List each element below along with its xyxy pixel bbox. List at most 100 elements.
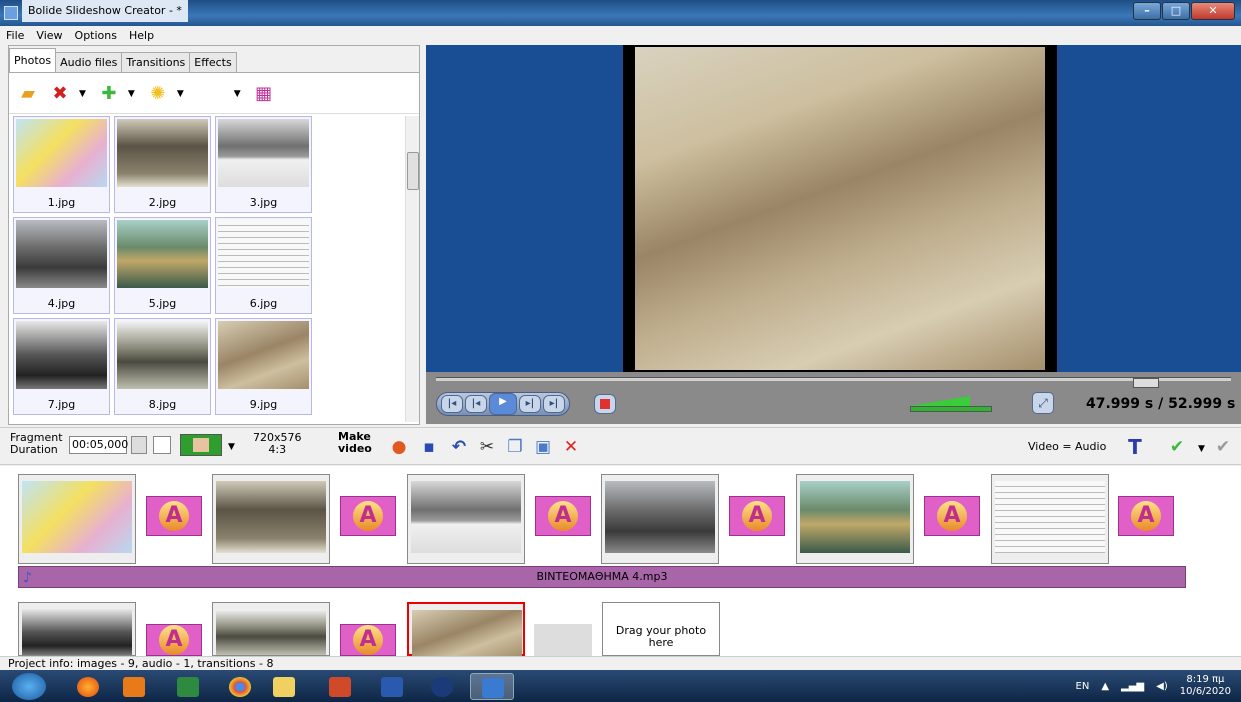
save-icon[interactable]: ▪ [418,436,440,458]
timeline-slide[interactable] [18,474,136,564]
minimize-button[interactable]: – [1133,2,1161,20]
fullscreen-button[interactable]: ⤢ [1032,392,1054,414]
transition-block[interactable]: A [340,496,396,536]
transition-block[interactable]: A [924,496,980,536]
network-icon[interactable]: ▂▄▆ [1121,681,1144,692]
effects-dropdown-icon[interactable]: ▼ [177,89,184,99]
tray-arrow-icon[interactable]: ▲ [1101,681,1109,692]
close-button[interactable]: ✕ [1191,2,1235,20]
photo-thumb[interactable]: 3.jpg [215,116,312,213]
timeline-slide[interactable] [796,474,914,564]
transition-block[interactable]: A [146,624,202,656]
delete-icon[interactable]: ✖ [47,81,73,107]
photo-thumb[interactable]: 5.jpg [114,217,211,314]
transition-block[interactable]: A [729,496,785,536]
apply-all-checkbox[interactable] [153,436,171,454]
video-audio-toggle[interactable]: Video = Audio [1028,440,1106,453]
more-dropdown-icon[interactable]: ▼ [234,89,241,99]
fragment-duration-field[interactable]: 00:05,000 [69,436,128,454]
bolide-icon [482,678,504,698]
photo-thumb[interactable]: 6.jpg [215,217,312,314]
slide-image [605,481,715,553]
photo-thumb[interactable]: 4.jpg [13,217,110,314]
check-icon[interactable]: ✔ [1166,436,1188,458]
taskbar-explorer[interactable] [262,673,306,700]
drop-photo-area[interactable]: Drag your photo here [602,602,720,656]
taskbar-firefox[interactable] [66,673,110,700]
volume-slider[interactable] [910,396,994,412]
menu-help[interactable]: Help [123,29,160,42]
go-to-end-icon[interactable]: ▸| [543,395,565,413]
scrollbar-thumb[interactable] [407,152,419,190]
start-button[interactable] [12,673,46,700]
timeline-slide[interactable] [991,474,1109,564]
timeline-slide[interactable] [407,474,525,564]
taskbar-word[interactable] [370,673,414,700]
add-icon[interactable]: ✚ [96,81,122,107]
taskbar-media-player[interactable] [112,673,156,700]
effects-icon[interactable]: ✺ [145,81,171,107]
audio-track[interactable]: ♪ ΒΙΝΤΕΟΜΑΘΗΜΑ 4.mp3 [18,566,1186,588]
tab-effects[interactable]: Effects [189,52,237,72]
paste-icon[interactable]: ▣ [532,436,554,458]
volume-icon[interactable]: ◀) [1156,681,1168,692]
photo-grid-scrollbar[interactable] [405,116,419,422]
timeline-slide[interactable] [212,474,330,564]
stop-button[interactable] [594,394,616,414]
taskbar-chrome[interactable] [218,673,262,700]
time-display: 47.999 s / 52.999 s [1086,396,1235,412]
taskbar-bolide[interactable] [470,673,514,700]
folder-icon [273,677,295,697]
resolution-button[interactable]: 720x576 4:3 [253,432,302,456]
transition-block[interactable]: A [535,496,591,536]
text-icon[interactable]: T [1124,436,1146,458]
photo-thumb[interactable]: 8.jpg [114,318,211,415]
photo-thumb[interactable]: 9.jpg [215,318,312,415]
remove-icon[interactable]: ✕ [560,436,582,458]
timeline-slide[interactable] [18,602,136,656]
film-icon[interactable]: ▦ [251,81,277,107]
taskbar-app[interactable] [420,673,464,700]
transition-block[interactable]: A [340,624,396,656]
go-to-start-icon[interactable]: |◂ [441,395,463,413]
record-icon[interactable]: ● [388,436,410,458]
tab-audio-files[interactable]: Audio files [55,52,123,72]
total-time: / 52.999 s [1158,396,1236,412]
previous-icon[interactable]: |◂ [465,395,487,413]
menu-view[interactable]: View [30,29,68,42]
background-color-button[interactable] [180,434,222,456]
maximize-button[interactable]: □ [1162,2,1190,20]
timeline-slide[interactable] [212,602,330,656]
add-dropdown-icon[interactable]: ▼ [128,89,135,99]
menu-file[interactable]: File [0,29,30,42]
position-slider-knob[interactable] [1133,378,1159,388]
transition-block[interactable]: A [146,496,202,536]
background-dropdown-icon[interactable]: ▼ [228,442,235,452]
open-folder-icon[interactable]: ▰ [15,81,41,107]
language-indicator[interactable]: EN [1076,681,1090,692]
menu-options[interactable]: Options [69,29,123,42]
clock[interactable]: 8:19 πμ 10/6/2020 [1180,674,1231,698]
timeline-slide-selected[interactable] [407,602,525,656]
photo-thumb[interactable]: 7.jpg [13,318,110,415]
tab-transitions[interactable]: Transitions [121,52,191,72]
play-icon[interactable]: ▶ [489,393,517,415]
delete-dropdown-icon[interactable]: ▼ [79,89,86,99]
transition-block[interactable]: A [1118,496,1174,536]
copy-icon[interactable]: ❐ [504,436,526,458]
photo-label: 2.jpg [148,196,177,209]
cut-icon[interactable]: ✂ [476,436,498,458]
undo-icon[interactable]: ↶ [448,436,470,458]
timeline-slide[interactable] [601,474,719,564]
position-slider[interactable] [436,377,1231,388]
check-dropdown-icon[interactable]: ▼ [1198,444,1205,454]
photo-thumb[interactable]: 1.jpg [13,116,110,213]
photo-thumb[interactable]: 2.jpg [114,116,211,213]
duration-stepper[interactable] [131,436,147,454]
taskbar-powerpoint[interactable] [318,673,362,700]
make-video-button[interactable]: Make video [338,431,372,455]
taskbar-excel[interactable] [166,673,210,700]
next-icon[interactable]: ▸| [519,395,541,413]
tab-photos[interactable]: Photos [9,48,57,72]
slide-image [800,481,910,553]
